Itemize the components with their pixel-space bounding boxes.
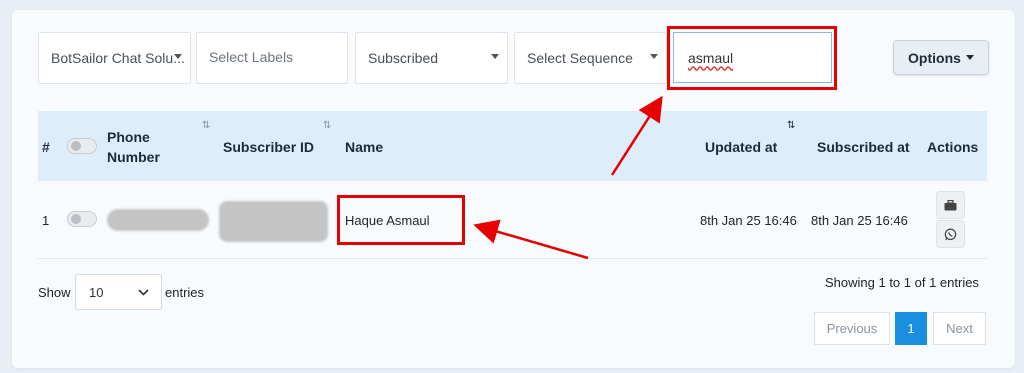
- page-1-button[interactable]: 1: [895, 312, 927, 345]
- next-page-button[interactable]: Next: [933, 312, 986, 345]
- entries-info: Showing 1 to 1 of 1 entries: [825, 275, 979, 290]
- show-label: Show: [38, 285, 71, 300]
- page-length-select[interactable]: 10: [75, 274, 162, 310]
- page-length-value: 10: [89, 284, 104, 300]
- entries-label: entries: [165, 285, 205, 300]
- arrow-to-search: [610, 95, 663, 176]
- chevron-down-icon: [138, 289, 149, 296]
- arrow-to-name: [473, 219, 589, 260]
- previous-page-button[interactable]: Previous: [814, 312, 890, 345]
